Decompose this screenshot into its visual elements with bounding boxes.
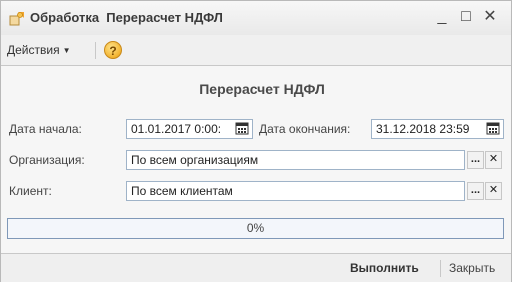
close-button[interactable]: Закрыть <box>449 261 495 275</box>
end-date-value: 31.12.2018 23:59 <box>376 122 470 136</box>
form-body: Перерасчет НДФЛ Дата начала: 01.01.2017 … <box>1 66 511 253</box>
toolbar: Действия ▼ ? <box>1 35 511 66</box>
start-date-label: Дата начала: <box>9 122 82 136</box>
form-heading: Перерасчет НДФЛ <box>199 81 325 97</box>
app-icon <box>9 10 25 26</box>
organization-field[interactable]: По всем организациям <box>126 150 465 170</box>
progress-text: 0% <box>246 221 265 235</box>
actions-menu-label: Действия <box>7 43 60 57</box>
organization-select-button[interactable]: ... <box>467 151 484 169</box>
client-value: По всем клиентам <box>131 184 233 198</box>
organization-value: По всем организациям <box>131 153 259 167</box>
actions-menu-button[interactable]: Действия ▼ <box>7 41 71 59</box>
clear-icon: ✕ <box>488 153 499 165</box>
title-bar: Обработка Перерасчет НДФЛ _ □ ✕ <box>1 1 511 35</box>
organization-label: Организация: <box>9 153 85 167</box>
calendar-icon[interactable] <box>486 121 502 137</box>
client-clear-button[interactable]: ✕ <box>485 182 502 200</box>
help-icon[interactable]: ? <box>104 41 122 59</box>
chevron-down-icon: ▼ <box>62 46 71 55</box>
client-field[interactable]: По всем клиентам <box>126 181 465 201</box>
ellipsis-icon: ... <box>470 184 481 196</box>
toolbar-divider <box>95 42 96 59</box>
footer-divider <box>440 260 441 277</box>
minimize-button[interactable]: _ <box>432 7 452 27</box>
close-window-button[interactable]: ✕ <box>480 7 500 27</box>
client-select-button[interactable]: ... <box>467 182 484 200</box>
client-label: Клиент: <box>9 184 52 198</box>
end-date-field[interactable]: 31.12.2018 23:59 <box>371 119 504 139</box>
maximize-button[interactable]: □ <box>456 7 476 27</box>
window-title: Обработка Перерасчет НДФЛ <box>30 10 223 25</box>
progress-bar: 0% <box>7 218 504 239</box>
start-date-field[interactable]: 01.01.2017 0:00: <box>126 119 253 139</box>
ellipsis-icon: ... <box>470 153 481 165</box>
footer-bar: Выполнить Закрыть <box>1 253 511 282</box>
organization-clear-button[interactable]: ✕ <box>485 151 502 169</box>
clear-icon: ✕ <box>488 184 499 196</box>
start-date-value: 01.01.2017 0:00: <box>131 122 222 136</box>
run-button[interactable]: Выполнить <box>350 261 419 275</box>
end-date-label: Дата окончания: <box>259 122 351 136</box>
window: Обработка Перерасчет НДФЛ _ □ ✕ Действия… <box>0 0 512 282</box>
calendar-icon[interactable] <box>235 121 251 137</box>
